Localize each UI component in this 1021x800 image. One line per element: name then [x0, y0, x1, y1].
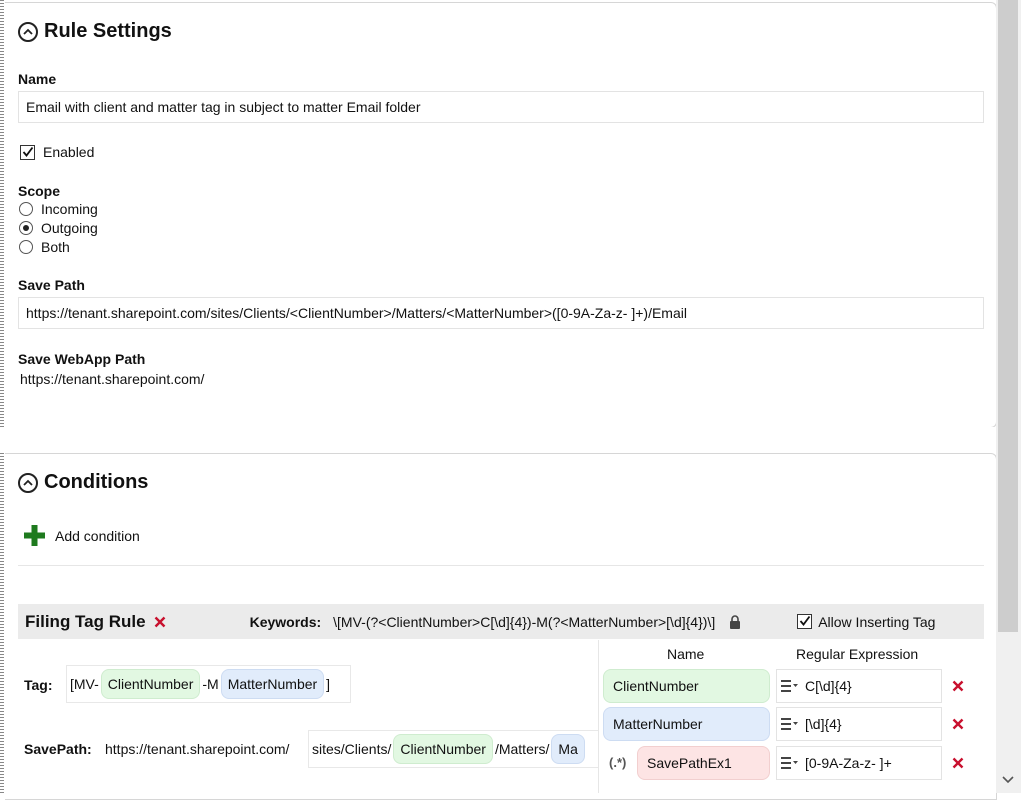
param-regex-field[interactable]: C[\d]{4}	[776, 669, 942, 703]
name-label: Name	[18, 71, 57, 87]
add-condition-label: Add condition	[55, 527, 140, 544]
param-name-field[interactable]: SavePathEx1	[637, 746, 770, 780]
radio-label: Incoming	[41, 201, 98, 217]
regex-group-prefix: (.*)	[609, 755, 627, 770]
param-regex-field[interactable]: [0-9A-Za-z- ]+	[776, 746, 942, 780]
scope-label: Scope	[18, 183, 61, 199]
allow-inserting-tag-checkbox[interactable]: Allow Inserting Tag	[797, 614, 935, 630]
tag-prefix: [MV-	[70, 676, 99, 692]
delete-param-icon[interactable]	[952, 718, 964, 730]
delete-param-icon[interactable]	[952, 757, 964, 769]
param-row: MatterNumber [\d]{4}	[603, 707, 977, 741]
checkbox[interactable]	[20, 144, 35, 160]
param-row: (.*) SavePathEx1 [0-9A-Za-z- ]+	[603, 746, 977, 780]
regex-menu-icon[interactable]	[781, 679, 799, 693]
chevron-up-icon[interactable]	[18, 21, 38, 42]
save-path-label: Save Path	[18, 277, 85, 293]
matter-number-token[interactable]: Ma	[551, 734, 585, 764]
allow-inserting-tag-label: Allow Inserting Tag	[818, 613, 936, 630]
regex-menu-icon[interactable]	[781, 717, 799, 731]
page-left-edge	[0, 0, 4, 793]
filing-tag-rule-header: Filing Tag Rule Keywords: \[MV-(?<Client…	[18, 604, 984, 639]
param-name-field[interactable]: ClientNumber	[603, 669, 770, 703]
tag-suffix: ]	[326, 676, 331, 692]
param-name: MatterNumber	[613, 716, 703, 732]
panel-separator	[0, 427, 996, 453]
savepath-label: SavePath:	[24, 741, 92, 757]
savepath-field[interactable]: sites/Clients/ ClientNumber /Matters/ Ma	[308, 730, 598, 768]
webapp-path-label: Save WebApp Path	[18, 351, 146, 367]
parameters-table: Name Regular Expression ClientNumber C[\…	[598, 640, 977, 793]
delete-rule-icon[interactable]	[154, 616, 166, 628]
param-row: ClientNumber C[\d]{4}	[603, 669, 977, 703]
save-path-value: https://tenant.sharepoint.com/sites/Clie…	[26, 305, 687, 321]
keywords-value[interactable]: \[MV-(?<ClientNumber>C[\d]{4})-M(?<Matte…	[333, 614, 715, 630]
radio-button[interactable]	[19, 221, 33, 235]
enabled-checkbox[interactable]: Enabled	[20, 144, 94, 160]
delete-param-icon[interactable]	[952, 680, 964, 692]
enabled-label: Enabled	[43, 144, 95, 160]
checkbox[interactable]	[797, 614, 813, 629]
save-path-field[interactable]: https://tenant.sharepoint.com/sites/Clie…	[18, 297, 984, 329]
name-value: Email with client and matter tag in subj…	[26, 99, 421, 115]
name-field[interactable]: Email with client and matter tag in subj…	[18, 91, 984, 123]
radio-button[interactable]	[19, 202, 33, 216]
client-number-token[interactable]: ClientNumber	[393, 734, 493, 764]
param-regex-field[interactable]: [\d]{4}	[776, 707, 942, 741]
chevron-up-icon[interactable]	[18, 472, 38, 493]
conditions-header[interactable]: Conditions	[18, 471, 148, 494]
param-name: SavePathEx1	[647, 755, 732, 771]
regex-column-header: Regular Expression	[796, 646, 919, 662]
savepath-seg2: /Matters/	[494, 741, 550, 757]
radio-label: Both	[41, 239, 70, 255]
param-name: ClientNumber	[613, 678, 699, 694]
scope-outgoing-radio[interactable]: Outgoing	[19, 220, 98, 236]
vertical-scrollbar[interactable]	[996, 0, 1021, 793]
savepath-prefix: https://tenant.sharepoint.com/	[105, 741, 290, 757]
savepath-seg1: sites/Clients/	[312, 741, 392, 757]
add-condition-button[interactable]: Add condition	[24, 525, 140, 546]
scope-both-radio[interactable]: Both	[19, 239, 70, 255]
radio-button[interactable]	[19, 240, 33, 254]
tag-mid: -M	[202, 676, 219, 692]
section-title: Conditions	[44, 471, 149, 493]
keywords-label: Keywords:	[249, 613, 322, 630]
scrollbar-thumb[interactable]	[998, 0, 1018, 632]
tag-label: Tag:	[24, 677, 53, 693]
lock-icon[interactable]	[729, 614, 741, 629]
matter-number-token[interactable]: MatterNumber	[220, 669, 325, 699]
param-name-field[interactable]: MatterNumber	[603, 707, 770, 741]
filing-tag-rule-title: Filing Tag Rule	[25, 611, 146, 631]
divider	[18, 565, 984, 566]
param-regex: [0-9A-Za-z- ]+	[805, 755, 892, 771]
rule-settings-panel	[5, 2, 997, 428]
tag-field[interactable]: [MV- ClientNumber -M MatterNumber ]	[66, 665, 351, 703]
param-regex: C[\d]{4}	[805, 678, 852, 694]
webapp-path-value: https://tenant.sharepoint.com/	[20, 371, 205, 387]
radio-label: Outgoing	[41, 220, 98, 236]
name-column-header: Name	[667, 646, 705, 662]
scroll-down-icon[interactable]	[1002, 775, 1014, 785]
regex-menu-icon[interactable]	[781, 756, 799, 770]
param-regex: [\d]{4}	[805, 716, 842, 732]
plus-icon	[24, 525, 45, 546]
rule-settings-header[interactable]: Rule Settings	[18, 20, 172, 43]
client-number-token[interactable]: ClientNumber	[100, 669, 201, 699]
section-title: Rule Settings	[44, 20, 172, 42]
scope-incoming-radio[interactable]: Incoming	[19, 201, 98, 217]
